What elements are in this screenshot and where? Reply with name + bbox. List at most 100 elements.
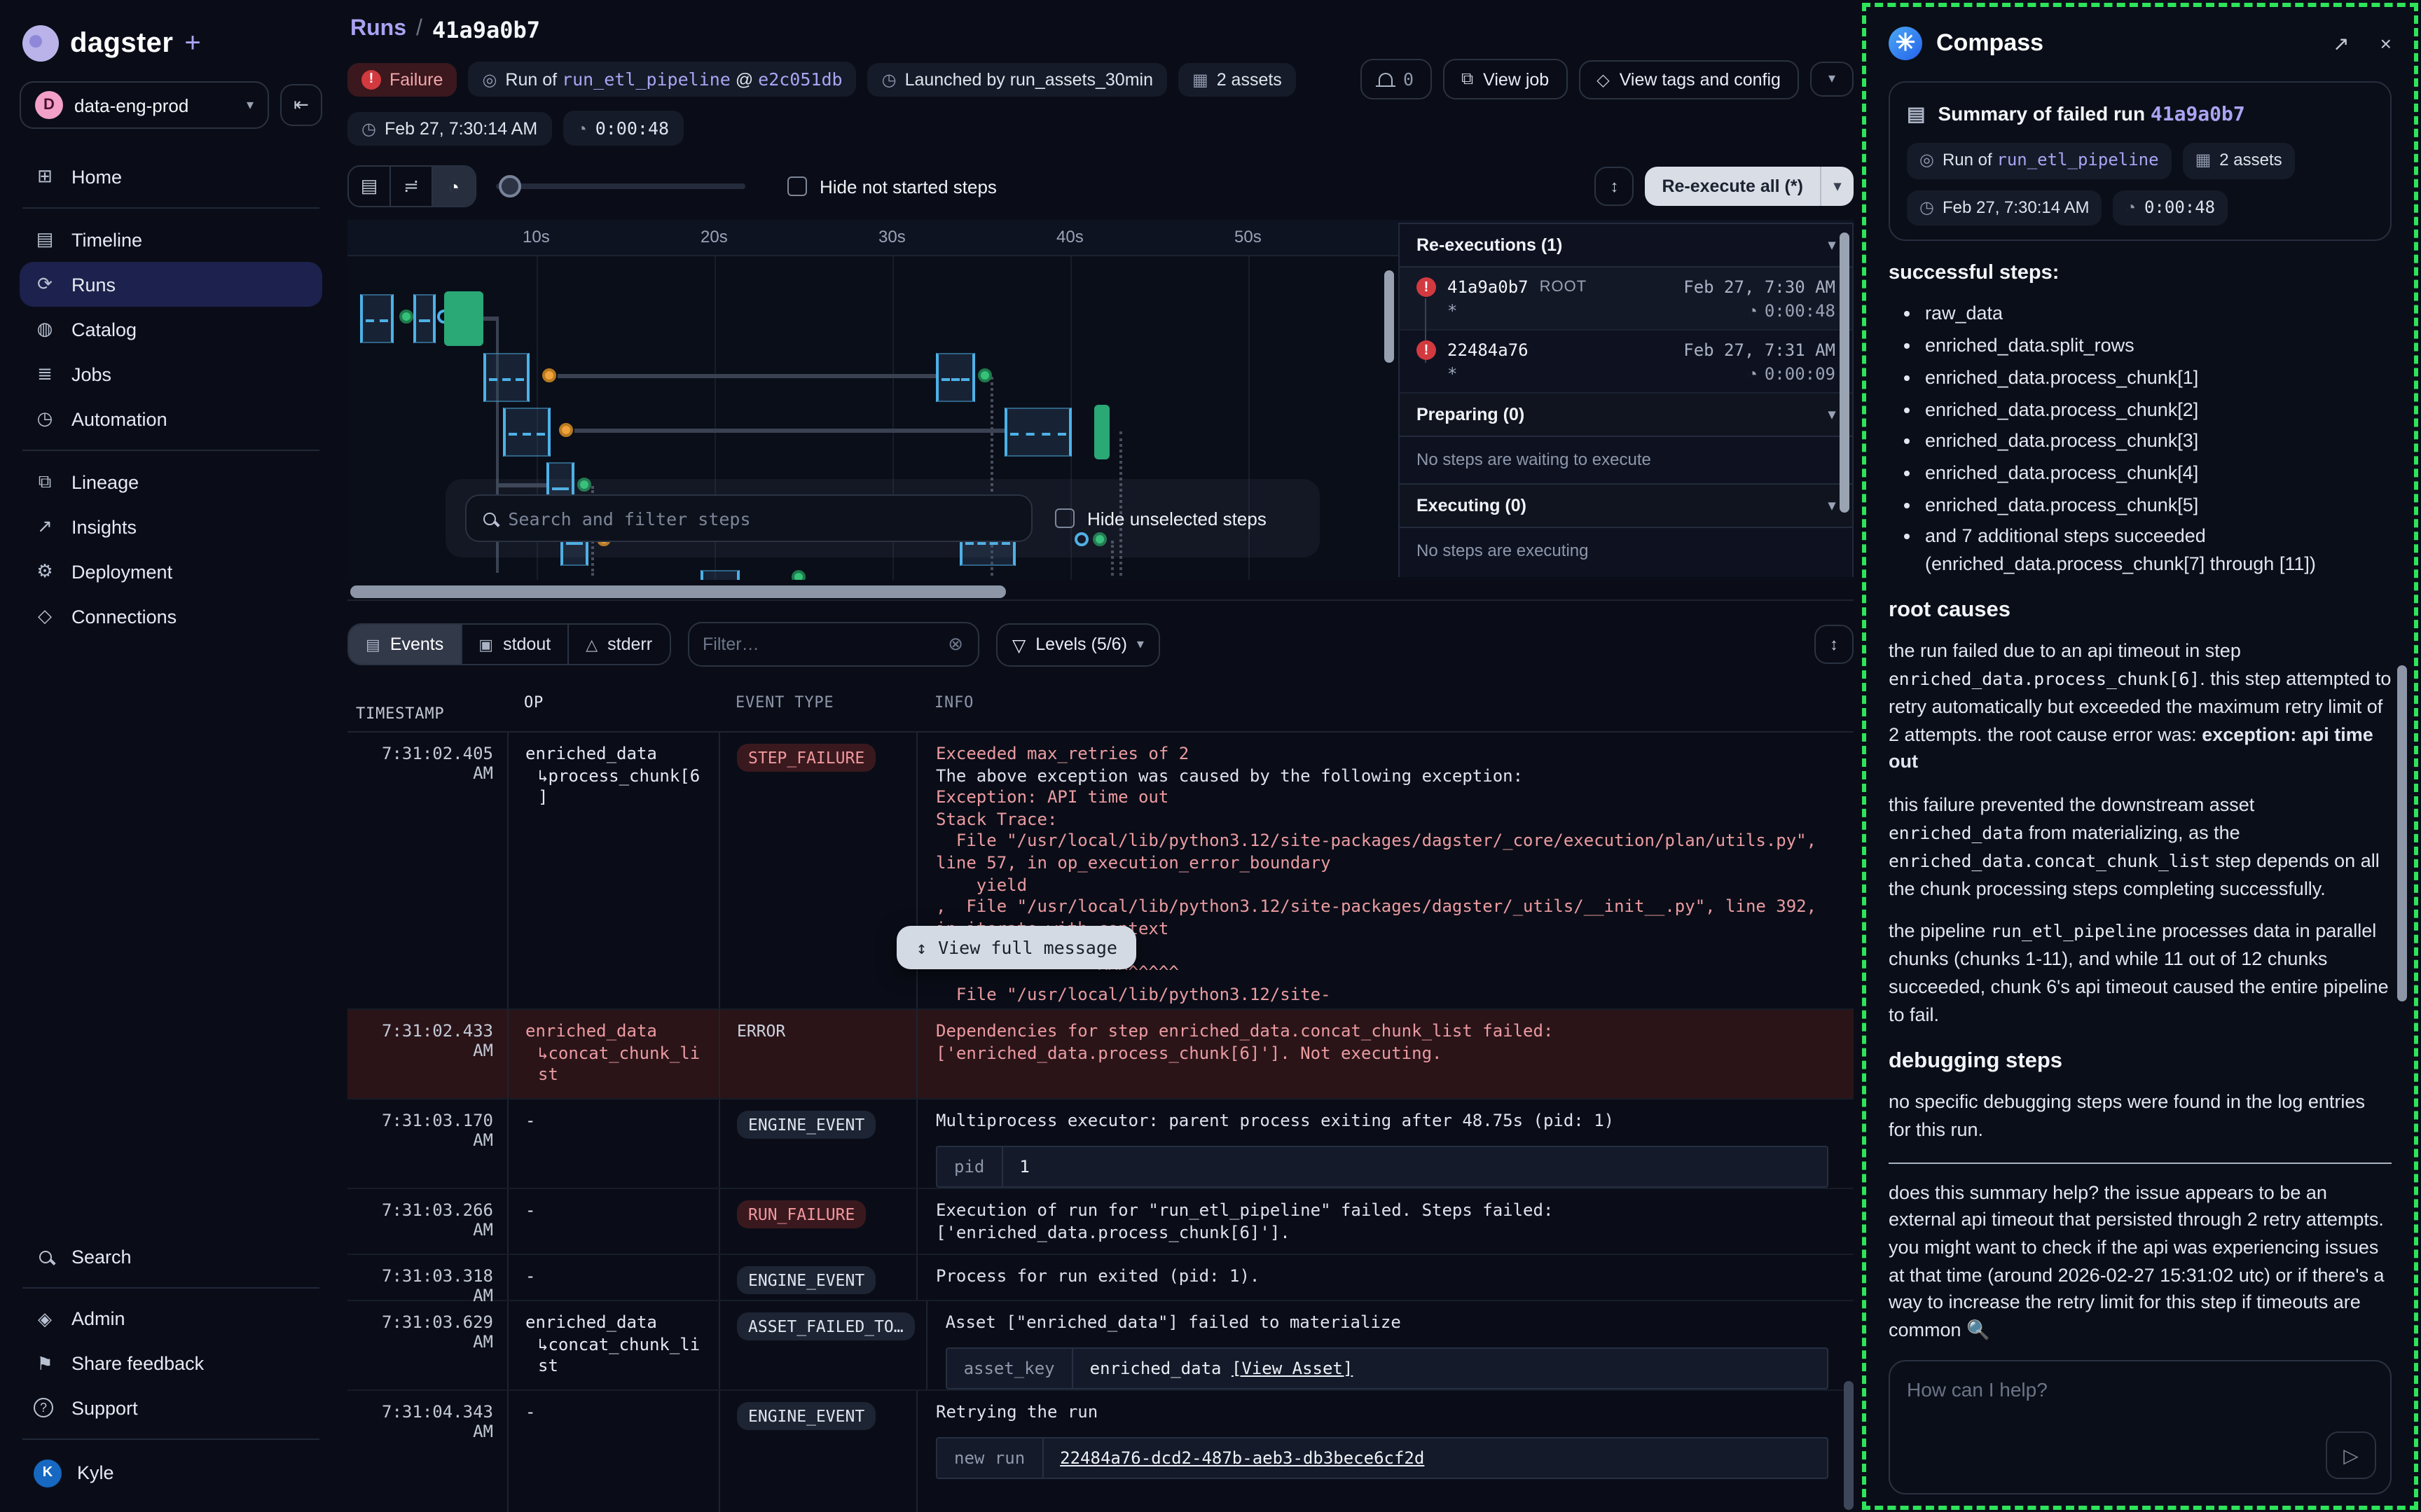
run-of-tag[interactable]: ◎ Run of run_etl_pipeline xyxy=(1907,144,2172,179)
tab-events[interactable]: ▤ Events xyxy=(349,625,462,664)
breadcrumb-runs-link[interactable]: Runs xyxy=(350,17,406,43)
sidebar-item-deployment[interactable]: ⚙ Deployment xyxy=(20,549,322,594)
gantt-marker-retry[interactable] xyxy=(559,423,573,437)
gantt-bar[interactable] xyxy=(413,294,436,343)
workspace-selector[interactable]: D data-eng-prod ▾ xyxy=(20,81,269,129)
user-menu[interactable]: K Kyle xyxy=(20,1448,322,1498)
gantt-bar[interactable] xyxy=(503,408,551,457)
stopwatch-icon: ◔ xyxy=(2125,196,2136,221)
sidebar-item-timeline[interactable]: ▤ Timeline xyxy=(20,217,322,262)
re-execute-all-button[interactable]: Re-execute all (*) ▾ xyxy=(1645,167,1854,206)
sidebar-item-connections[interactable]: ◇ Connections xyxy=(20,594,322,639)
timed-view-button[interactable]: ◔ xyxy=(433,167,475,206)
new-run-link[interactable]: 22484a76-dcd2-487b-aeb3-db3bece6cf2d xyxy=(1060,1448,1424,1467)
close-icon[interactable]: × xyxy=(2380,29,2392,58)
divider xyxy=(22,1438,319,1439)
re-execution-row[interactable]: 41a9a0b7 ROOT Feb 27, 7:30 AM * ◔0:00:48 xyxy=(1400,268,1852,331)
gantt-bar[interactable] xyxy=(936,353,975,402)
log-op: enriched_data ↳process_chunk[6 ] xyxy=(507,733,719,1008)
sidebar-item-support[interactable]: ? Support xyxy=(20,1386,322,1429)
clear-filter-icon[interactable]: ⊗ xyxy=(948,633,963,656)
gantt-bar-success[interactable] xyxy=(1094,405,1110,459)
sidebar-item-home[interactable]: ⊞ Home xyxy=(20,154,322,199)
run-of-tag[interactable]: ◎ Run of run_etl_pipeline @ e2c051db xyxy=(468,62,856,97)
more-actions-button[interactable]: ▾ xyxy=(1810,62,1854,97)
hide-not-started-checkbox[interactable]: Hide not started steps xyxy=(787,176,997,197)
status-badge: Failure xyxy=(347,62,457,96)
gantt-bar[interactable] xyxy=(360,294,394,343)
commit-link[interactable]: e2c051db xyxy=(758,69,842,90)
log-row[interactable]: 7:31:03.629 AM enriched_data ↳concat_chu… xyxy=(347,1301,1854,1391)
catalog-icon: ◍ xyxy=(34,318,56,340)
send-button[interactable]: ▷ xyxy=(2326,1431,2376,1479)
assets-tag[interactable]: ▦ 2 assets xyxy=(2183,144,2295,179)
duration-tag: ◔ 0:00:48 xyxy=(563,111,683,146)
summary-run-id-link[interactable]: 41a9a0b7 xyxy=(2151,104,2245,126)
hide-unselected-checkbox[interactable]: Hide unselected steps xyxy=(1055,508,1267,529)
reorder-button[interactable]: ↕ xyxy=(1594,167,1634,206)
tab-stderr[interactable]: △ stderr xyxy=(569,625,669,664)
log-row[interactable]: 7:31:03.170 AM - ENGINE_EVENT Multiproce… xyxy=(347,1100,1854,1189)
log-row[interactable]: 7:31:04.343 AM - ENGINE_EVENT Retrying t… xyxy=(347,1391,1854,1512)
log-row[interactable]: 7:31:03.318 AM - ENGINE_EVENT Process fo… xyxy=(347,1255,1854,1301)
chevron-down-icon: ▾ xyxy=(1828,407,1835,422)
compass-scrollbar[interactable] xyxy=(2397,665,2407,1001)
sidebar-item-admin[interactable]: ◈ Admin xyxy=(20,1296,322,1341)
log-sort-button[interactable]: ↕ xyxy=(1814,625,1854,664)
gantt-bar-success[interactable] xyxy=(444,291,483,346)
sidebar-item-lineage[interactable]: ⧉ Lineage xyxy=(20,459,322,504)
view-tags-config-button[interactable]: ◇ View tags and config xyxy=(1578,60,1799,99)
gantt-marker[interactable] xyxy=(399,310,413,324)
sidebar-item-label: Timeline xyxy=(71,229,142,250)
pipeline-link[interactable]: run_etl_pipeline xyxy=(562,69,731,90)
sidebar-item-search[interactable]: Search xyxy=(20,1235,322,1278)
log-filter-field[interactable]: ⊗ xyxy=(687,622,979,667)
preparing-section-header[interactable]: Preparing (0) ▾ xyxy=(1400,394,1852,437)
dagster-logo[interactable]: dagster + xyxy=(20,20,322,81)
sidebar-item-runs[interactable]: ⟳ Runs xyxy=(20,262,322,307)
re-execute-dropdown[interactable]: ▾ xyxy=(1820,167,1854,206)
search-steps-input[interactable] xyxy=(508,508,1014,529)
step-search-field[interactable] xyxy=(465,494,1033,542)
sidebar-item-automation[interactable]: ◷ Automation xyxy=(20,396,322,441)
executing-section-header[interactable]: Executing (0) ▾ xyxy=(1400,485,1852,528)
gantt-bar[interactable] xyxy=(1005,408,1072,457)
waterfall-view-button[interactable]: ≓ xyxy=(391,167,433,206)
flat-view-button[interactable]: ▤ xyxy=(349,167,391,206)
zoom-slider[interactable] xyxy=(496,183,745,189)
launched-by-tag[interactable]: ◷ Launched by run_assets_30min xyxy=(868,62,1167,96)
sidebar-item-insights[interactable]: ↗ Insights xyxy=(20,504,322,549)
gantt-vertical-scrollbar[interactable] xyxy=(1384,270,1394,363)
gantt-bar[interactable] xyxy=(483,353,530,402)
gantt-marker[interactable] xyxy=(978,368,992,382)
events-scrollbar[interactable] xyxy=(1844,1380,1854,1509)
log-row[interactable]: 7:31:03.266 AM - RUN_FAILURE Execution o… xyxy=(347,1189,1854,1255)
log-row-error[interactable]: 7:31:02.433 AM enriched_data ↳concat_chu… xyxy=(347,1010,1854,1100)
tab-stdout[interactable]: ▣ stdout xyxy=(462,625,569,664)
collapse-sidebar-button[interactable]: ⇤ xyxy=(280,84,322,126)
gantt-horizontal-scrollbar[interactable] xyxy=(350,585,1006,598)
open-in-new-icon[interactable]: ↗ xyxy=(2333,29,2349,58)
run-date: Feb 27, 7:31 AM xyxy=(1683,340,1835,360)
re-executions-header[interactable]: Re-executions (1) ▾ xyxy=(1400,224,1852,268)
log-filter-input[interactable] xyxy=(703,634,937,654)
view-asset-link[interactable]: [View Asset] xyxy=(1232,1358,1353,1378)
gantt-marker-retry[interactable] xyxy=(542,368,556,382)
view-job-button[interactable]: ⧉ View job xyxy=(1443,59,1567,99)
gantt-marker[interactable] xyxy=(792,570,806,580)
levels-dropdown[interactable]: ▽ Levels (5/6) ▾ xyxy=(995,623,1161,666)
gantt-bar[interactable] xyxy=(701,570,740,580)
re-execution-row[interactable]: 22484a76 Feb 27, 7:31 AM * ◔0:00:09 xyxy=(1400,331,1852,394)
view-full-message-button[interactable]: ↕ View full message xyxy=(897,926,1137,969)
sidebar-item-catalog[interactable]: ◍ Catalog xyxy=(20,307,322,352)
sidebar-item-jobs[interactable]: ≣ Jobs xyxy=(20,352,322,396)
sidebar-item-share-feedback[interactable]: ⚑ Share feedback xyxy=(20,1341,322,1386)
zoom-slider-thumb[interactable] xyxy=(499,175,521,197)
timeline-icon: ▤ xyxy=(34,228,56,251)
re-executions-scrollbar[interactable] xyxy=(1840,233,1849,513)
compass-panel: ✳ Compass ↗ × ▤ Summary of failed run 41… xyxy=(1862,3,2418,1509)
chat-input[interactable] xyxy=(1907,1378,2373,1434)
assets-tag[interactable]: ▦ 2 assets xyxy=(1178,62,1296,96)
alerts-button[interactable]: 0 xyxy=(1361,59,1432,99)
run-duration: 0:00:48 xyxy=(1765,301,1835,321)
